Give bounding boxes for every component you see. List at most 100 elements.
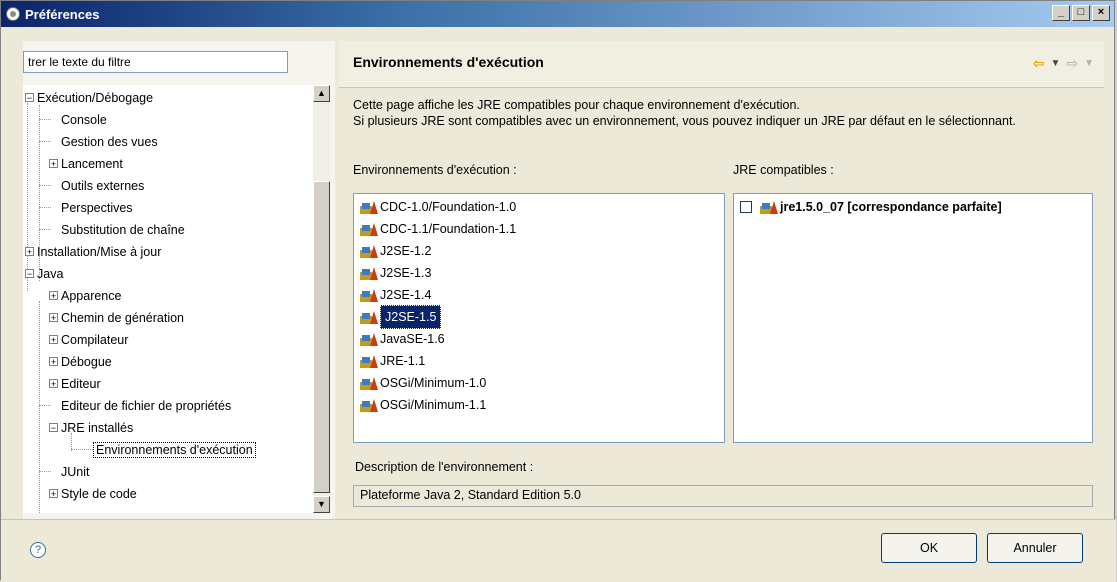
expand-icon[interactable]: + xyxy=(25,247,34,257)
minimize-button[interactable]: _ xyxy=(1052,5,1070,21)
scroll-down-button[interactable]: ▼ xyxy=(313,496,330,513)
tree-scrollbar[interactable]: ▲ ▼ xyxy=(313,85,330,513)
jre-icon xyxy=(360,266,378,280)
environment-list-item[interactable]: JRE-1.1 xyxy=(360,350,425,372)
tree-item-label: Exécution/Débogage xyxy=(37,91,154,105)
environment-label: OSGi/Minimum-1.1 xyxy=(380,398,487,412)
environment-label: JavaSE-1.6 xyxy=(380,332,445,346)
tree-item[interactable]: Chemin de génération xyxy=(61,307,184,329)
tree-item-label: Installation/Mise à jour xyxy=(37,245,162,259)
environment-list-item[interactable]: OSGi/Minimum-1.1 xyxy=(360,394,486,416)
environment-list-item[interactable]: J2SE-1.5 xyxy=(360,305,442,329)
forward-dropdown-icon[interactable]: ▼ xyxy=(1084,55,1094,73)
tree-item[interactable]: Exécution/Débogage xyxy=(37,87,153,109)
tree-item[interactable]: Java xyxy=(37,263,63,285)
tree-item[interactable]: JRE installés xyxy=(61,417,133,439)
expand-icon[interactable]: + xyxy=(49,489,58,499)
tree-item-label: Editeur de fichier de propriétés xyxy=(61,399,232,413)
expand-icon[interactable]: + xyxy=(49,335,58,345)
environment-list-item[interactable]: J2SE-1.2 xyxy=(360,240,431,262)
environment-list-item[interactable]: J2SE-1.4 xyxy=(360,284,431,306)
jre-icon xyxy=(360,222,378,236)
preferences-tree: − Exécution/Débogage Console Gestion des vu… xyxy=(23,85,313,513)
tree-item[interactable]: JUnit xyxy=(61,461,89,483)
environment-label: J2SE-1.5 xyxy=(380,305,442,329)
environment-label: OSGi/Minimum-1.0 xyxy=(380,376,487,390)
tree-item[interactable]: Lancement xyxy=(61,153,123,175)
tree-item-label: Perspectives xyxy=(61,201,133,215)
tree-item-label: Débogue xyxy=(61,355,112,369)
preferences-app-icon xyxy=(6,7,20,21)
jre-icon xyxy=(360,200,378,214)
jre-icon xyxy=(360,376,378,390)
expand-icon[interactable]: + xyxy=(49,313,58,323)
tree-item[interactable]: Outils externes xyxy=(61,175,144,197)
tree-item-label: Gestion des vues xyxy=(61,135,158,149)
environment-list-item[interactable]: JavaSE-1.6 xyxy=(360,328,445,350)
environment-list-item[interactable]: CDC-1.1/Foundation-1.1 xyxy=(360,218,516,240)
expand-icon[interactable]: + xyxy=(49,159,58,169)
collapse-icon[interactable]: − xyxy=(25,269,34,279)
tree-item[interactable]: Débogue xyxy=(61,351,112,373)
tree-item[interactable]: Console xyxy=(61,109,107,131)
jre-icon xyxy=(360,310,378,324)
back-arrow-icon[interactable]: ⇦ xyxy=(1033,55,1045,73)
ok-button[interactable]: OK xyxy=(881,533,977,563)
help-icon[interactable]: ? xyxy=(30,542,46,558)
tree-item-label: Style de code xyxy=(61,487,137,501)
tree-item[interactable]: Compilateur xyxy=(61,329,128,351)
preferences-window: Préférences _ □ × −Exécution/DébogageCon… xyxy=(0,0,1116,582)
tree-item-label: Java xyxy=(37,267,64,281)
page-title: Environnements d'exécution xyxy=(353,54,544,70)
forward-arrow-icon[interactable]: ⇨ xyxy=(1066,55,1078,73)
compatible-jres-list[interactable]: jre1.5.0_07 [correspondance parfaite] xyxy=(733,193,1093,443)
close-button[interactable]: × xyxy=(1092,5,1110,21)
tree-item[interactable]: Environnements d'exécution xyxy=(93,439,256,461)
environment-list-item[interactable]: J2SE-1.3 xyxy=(360,262,431,284)
tree-item-label: Editeur xyxy=(61,377,101,391)
env-description-label: Description de l'environnement : xyxy=(355,460,534,474)
tree-item[interactable]: Gestion des vues xyxy=(61,131,158,153)
tree-item[interactable]: Editeur xyxy=(61,373,101,395)
scroll-up-button[interactable]: ▲ xyxy=(313,85,330,102)
maximize-button[interactable]: □ xyxy=(1072,5,1090,21)
tree-item-label: JRE installés xyxy=(61,421,134,435)
description-line-1: Cette page affiche les JRE compatibles p… xyxy=(353,98,800,112)
jre-checkbox[interactable] xyxy=(740,201,752,213)
filter-input[interactable] xyxy=(23,51,288,73)
tree-item[interactable]: Editeur de fichier de propriétés xyxy=(61,395,231,417)
tree-item-label: Apparence xyxy=(61,289,122,303)
tree-item[interactable]: Perspectives xyxy=(61,197,133,219)
environment-label: J2SE-1.3 xyxy=(380,266,432,280)
env-description-field: Plateforme Java 2, Standard Edition 5.0 xyxy=(353,485,1093,507)
environment-label: CDC-1.1/Foundation-1.1 xyxy=(380,222,517,236)
tree-item-label: Chemin de génération xyxy=(61,311,184,325)
expand-icon[interactable]: + xyxy=(49,357,58,367)
collapse-icon[interactable]: − xyxy=(25,93,34,103)
environment-list-item[interactable]: OSGi/Minimum-1.0 xyxy=(360,372,486,394)
scroll-thumb[interactable] xyxy=(313,181,330,493)
tree-item[interactable]: Style de code xyxy=(61,483,137,505)
tree-item[interactable]: Apparence xyxy=(61,285,121,307)
expand-icon[interactable]: + xyxy=(49,379,58,389)
cancel-button[interactable]: Annuler xyxy=(987,533,1083,563)
window-title: Préférences xyxy=(25,6,100,22)
jre-icon xyxy=(360,332,378,346)
tree-item-label: Environnements d'exécution xyxy=(93,442,256,458)
tree-item[interactable]: Installation/Mise à jour xyxy=(37,241,161,263)
expand-icon[interactable]: + xyxy=(49,291,58,301)
jre-icon xyxy=(760,200,778,214)
page-description: Cette page affiche les JRE compatibles p… xyxy=(353,97,1093,129)
tree-item-label: Lancement xyxy=(61,157,123,171)
back-dropdown-icon[interactable]: ▼ xyxy=(1050,55,1060,73)
tree-item-label: Outils externes xyxy=(61,179,145,193)
environments-list[interactable]: CDC-1.0/Foundation-1.0 CDC-1.1/Foundation… xyxy=(353,193,725,443)
environment-label: JRE-1.1 xyxy=(380,354,426,368)
jre-list-item[interactable]: jre1.5.0_07 [correspondance parfaite] xyxy=(740,196,1002,218)
tree-item[interactable]: Substitution de chaîne xyxy=(61,219,185,241)
tree-item-label: JUnit xyxy=(61,465,90,479)
collapse-icon[interactable]: − xyxy=(49,423,58,433)
tree-item-label: Compilateur xyxy=(61,333,129,347)
environment-list-item[interactable]: CDC-1.0/Foundation-1.0 xyxy=(360,196,516,218)
jre-icon xyxy=(360,398,378,412)
